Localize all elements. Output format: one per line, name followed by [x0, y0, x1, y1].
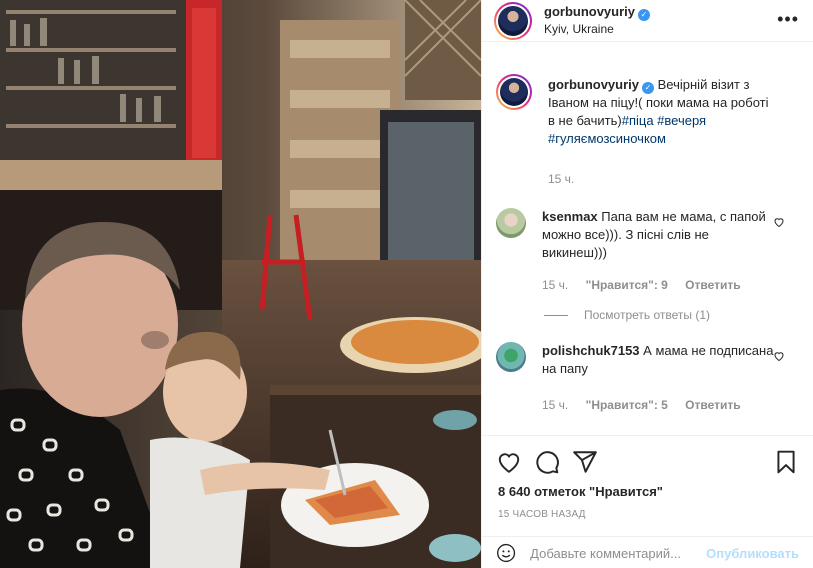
post-side-panel: gorbunovyuriy ✓ Kyiv, Ukraine ••• gorbuno… [481, 0, 813, 568]
comment-item: ksenmax Папа вам не мама, с папой можно … [482, 208, 813, 294]
view-replies-label[interactable]: Посмотреть ответы (1) [584, 308, 710, 322]
post-location[interactable]: Kyiv, Ukraine [544, 21, 650, 38]
like-button[interactable] [496, 449, 522, 475]
save-button[interactable] [773, 449, 799, 475]
comment-avatar[interactable] [496, 208, 526, 238]
replies-divider [544, 314, 568, 316]
author-username[interactable]: gorbunovyuriy [544, 4, 635, 19]
comment-input[interactable] [530, 545, 707, 561]
post-header: gorbunovyuriy ✓ Kyiv, Ukraine ••• [482, 0, 813, 42]
more-horizontal-icon[interactable]: ••• [777, 10, 799, 28]
emoji-icon[interactable] [496, 542, 516, 564]
comment-username[interactable]: ksenmax [542, 209, 598, 224]
caption: gorbunovyuriy ✓ Вечірній візит з Іваном н… [482, 74, 813, 188]
verified-badge-icon: ✓ [638, 9, 651, 21]
comment-time[interactable]: 15 ч. [542, 398, 568, 412]
post-photo[interactable] [0, 0, 481, 568]
comment-username[interactable]: polishchuk7153 [542, 343, 640, 358]
comments-list: gorbunovyuriy ✓ Вечірній візит з Іваном н… [482, 74, 813, 414]
caption-time[interactable]: 15 ч. [548, 172, 574, 186]
caption-username[interactable]: gorbunovyuriy [548, 77, 639, 92]
comment-likes[interactable]: "Нравится": 9 [586, 278, 668, 292]
author-avatar[interactable] [494, 1, 532, 40]
publish-button[interactable]: Опубликовать [706, 546, 799, 561]
comment-item: polishchuk7153 А мама не подписана на па… [482, 342, 813, 414]
heart-icon [498, 453, 520, 473]
send-icon [573, 451, 597, 473]
comment-avatar[interactable] [496, 342, 526, 372]
caption-avatar[interactable] [496, 74, 532, 110]
view-replies[interactable]: Посмотреть ответы (1) [544, 308, 813, 322]
bookmark-icon [777, 450, 795, 474]
post-time-ago[interactable]: 15 ЧАСОВ НАЗАД [482, 499, 813, 520]
comment-reply-button[interactable]: Ответить [685, 278, 740, 292]
comment-icon [536, 451, 559, 474]
comment-like-icon[interactable] [773, 350, 785, 362]
likes-count[interactable]: 8 640 отметок "Нравится" [482, 478, 813, 499]
comment-time[interactable]: 15 ч. [542, 278, 568, 292]
add-comment-bar: Опубликовать [482, 536, 813, 568]
comment-like-icon[interactable] [773, 216, 785, 228]
comment-button[interactable] [534, 449, 560, 475]
comment-likes[interactable]: "Нравится": 5 [586, 398, 668, 412]
verified-badge-icon: ✓ [642, 82, 655, 94]
post-actions: 8 640 отметок "Нравится" 15 ЧАСОВ НАЗАД … [482, 435, 813, 568]
post-photo-image [0, 0, 481, 568]
share-button[interactable] [572, 449, 598, 475]
comment-reply-button[interactable]: Ответить [685, 398, 740, 412]
